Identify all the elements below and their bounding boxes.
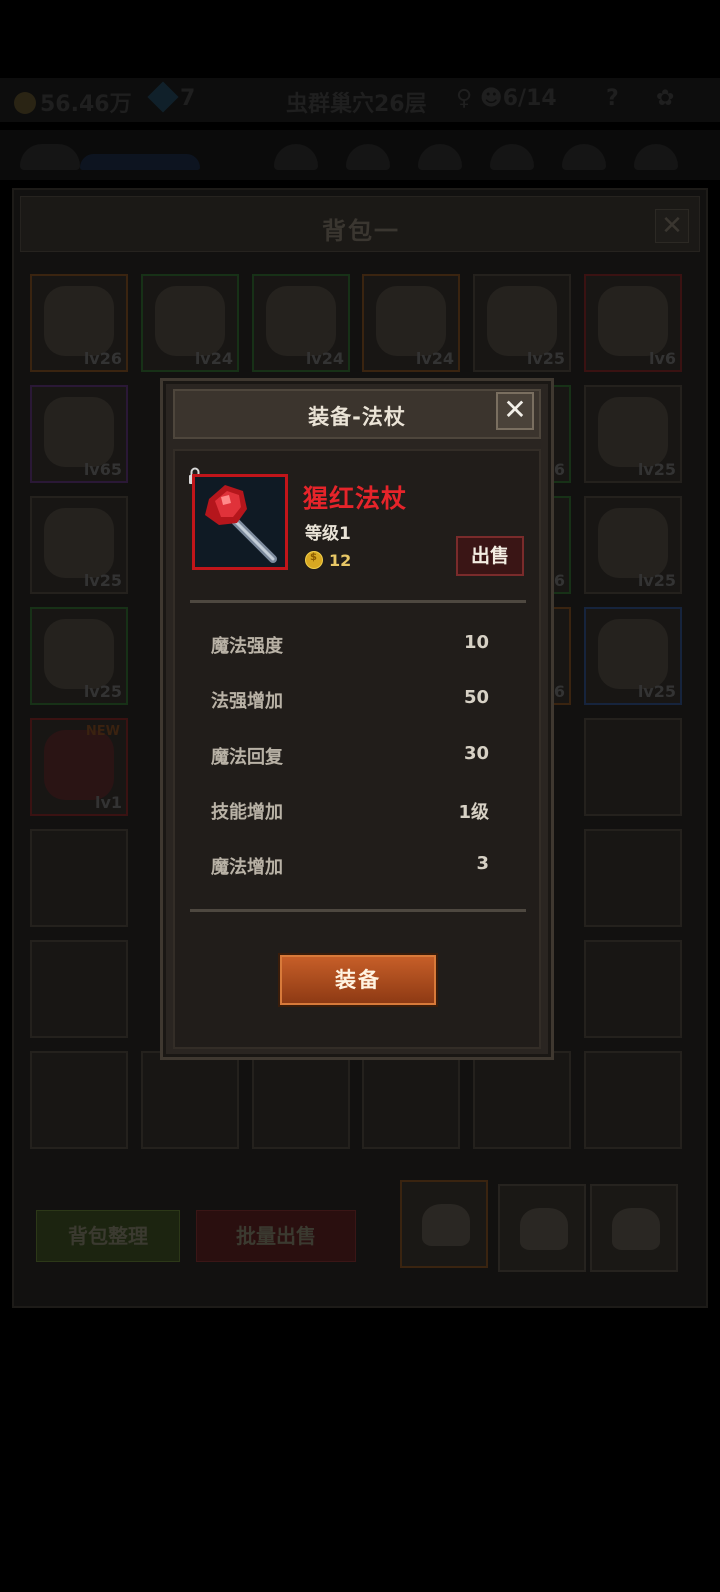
gold-counter: 56.46万 (14, 86, 132, 118)
bag-page-tab-3[interactable] (590, 1184, 678, 1272)
sort-bag-button[interactable]: 背包整理 (36, 1210, 180, 1262)
inventory-slot[interactable] (584, 829, 682, 927)
inventory-slot[interactable]: NEW lv1 (30, 718, 128, 816)
slot-tab[interactable] (274, 144, 318, 170)
stat-value: 30 (463, 743, 489, 764)
inventory-slot[interactable] (30, 1051, 128, 1149)
inventory-slot[interactable] (30, 829, 128, 927)
mask-icon (44, 397, 114, 467)
sell-button[interactable]: 出售 (456, 536, 524, 576)
inventory-slot[interactable] (584, 1051, 682, 1149)
inventory-slot[interactable]: lv24 (141, 274, 239, 372)
inventory-slot[interactable]: lv25 (584, 385, 682, 483)
modal-close-button[interactable]: ✕ (496, 392, 534, 430)
inventory-close-button[interactable]: ✕ (655, 209, 689, 243)
helmet-icon (598, 286, 668, 356)
stat-name: 技能增加 (211, 802, 283, 823)
modal-header: 装备-法杖 (173, 389, 541, 439)
coin-icon (305, 551, 323, 569)
spear-icon (44, 286, 114, 356)
stat-value: 10 (463, 632, 489, 653)
helmet-icon (44, 508, 114, 578)
key-icon: ♀ (456, 86, 473, 111)
inventory-header: 背包一 ✕ (20, 196, 700, 252)
hero-tab[interactable] (20, 144, 80, 170)
exp-bar (80, 154, 200, 170)
stat-name: 魔法强度 (211, 636, 283, 657)
inventory-slot[interactable]: lv65 (30, 385, 128, 483)
divider (190, 600, 526, 603)
axe-icon (44, 619, 114, 689)
item-name: 猩红法杖 (303, 484, 408, 513)
bag-page-tab-1[interactable] (400, 1180, 488, 1268)
inventory-slot[interactable] (473, 1051, 571, 1149)
inventory-slot[interactable]: lv25 (584, 496, 682, 594)
stat-name: 法强增加 (211, 691, 283, 712)
batch-sell-button[interactable]: 批量出售 (196, 1210, 356, 1262)
stat-value: 50 (463, 687, 489, 708)
stat-value: 3 (476, 853, 489, 874)
shield-icon (376, 286, 446, 356)
inventory-slot[interactable] (362, 1051, 460, 1149)
top-status-bar: 56.46万 7 虫群巢穴26层 ♀ ☻6/14 ? ✿ (0, 78, 720, 122)
backpack-icon (612, 1208, 660, 1250)
stat-name: 魔法增加 (211, 857, 283, 878)
item-detail-modal: 装备-法杖 ✕ 猩红法杖 等级1 12 出售 魔法强度 10 法强增加 50 魔… (160, 378, 554, 1060)
item-image (192, 474, 288, 570)
boots-icon (155, 286, 225, 356)
sell-price: 12 (305, 551, 351, 570)
stage-label: 虫群巢穴26层 (286, 92, 427, 117)
inventory-slot[interactable]: lv25 (473, 274, 571, 372)
settings-gear-icon[interactable]: ✿ (656, 86, 674, 111)
bow-icon (598, 619, 668, 689)
inventory-slot[interactable] (141, 1051, 239, 1149)
gem-icon (147, 81, 179, 113)
stat-name: 魔法回复 (211, 747, 283, 768)
item-level: 等级1 (305, 524, 351, 544)
inventory-slot[interactable] (584, 718, 682, 816)
inventory-slot[interactable]: lv26 (30, 274, 128, 372)
spear-icon (598, 397, 668, 467)
club-icon (487, 286, 557, 356)
divider (190, 909, 526, 912)
gem-counter: 7 (147, 81, 195, 113)
slot-tab[interactable] (634, 144, 678, 170)
inventory-slot[interactable]: lv25 (584, 607, 682, 705)
inventory-slot[interactable]: lv25 (30, 496, 128, 594)
equipment-tabs-strip (0, 130, 720, 180)
backpack-icon (520, 1208, 568, 1250)
inventory-slot[interactable]: lv6 (584, 274, 682, 372)
equip-button[interactable]: 装备 (280, 955, 436, 1005)
slot-tab[interactable] (346, 144, 390, 170)
backpack-icon (422, 1204, 470, 1246)
slot-tab[interactable] (418, 144, 462, 170)
slot-tab[interactable] (562, 144, 606, 170)
inventory-slot[interactable]: lv24 (362, 274, 460, 372)
help-button[interactable]: ? (606, 86, 619, 111)
inventory-slot[interactable] (584, 940, 682, 1038)
stat-value: 1级 (458, 802, 489, 823)
skull-icon: ☻ (479, 86, 503, 111)
inventory-slot[interactable] (30, 940, 128, 1038)
modal-title: 装备-法杖 (308, 405, 406, 429)
inventory-slot[interactable]: lv25 (30, 607, 128, 705)
key-counter: ♀ ☻6/14 (456, 86, 557, 111)
staff-icon (195, 477, 285, 567)
shield-icon (598, 508, 668, 578)
inventory-title: 背包一 (322, 217, 400, 245)
price-value: 12 (329, 551, 352, 570)
gold-coin-icon (14, 92, 36, 114)
bag-page-tab-2[interactable] (498, 1184, 586, 1272)
slot-tab[interactable] (490, 144, 534, 170)
inventory-slot[interactable] (252, 1051, 350, 1149)
boots-icon (266, 286, 336, 356)
inventory-slot[interactable]: lv24 (252, 274, 350, 372)
